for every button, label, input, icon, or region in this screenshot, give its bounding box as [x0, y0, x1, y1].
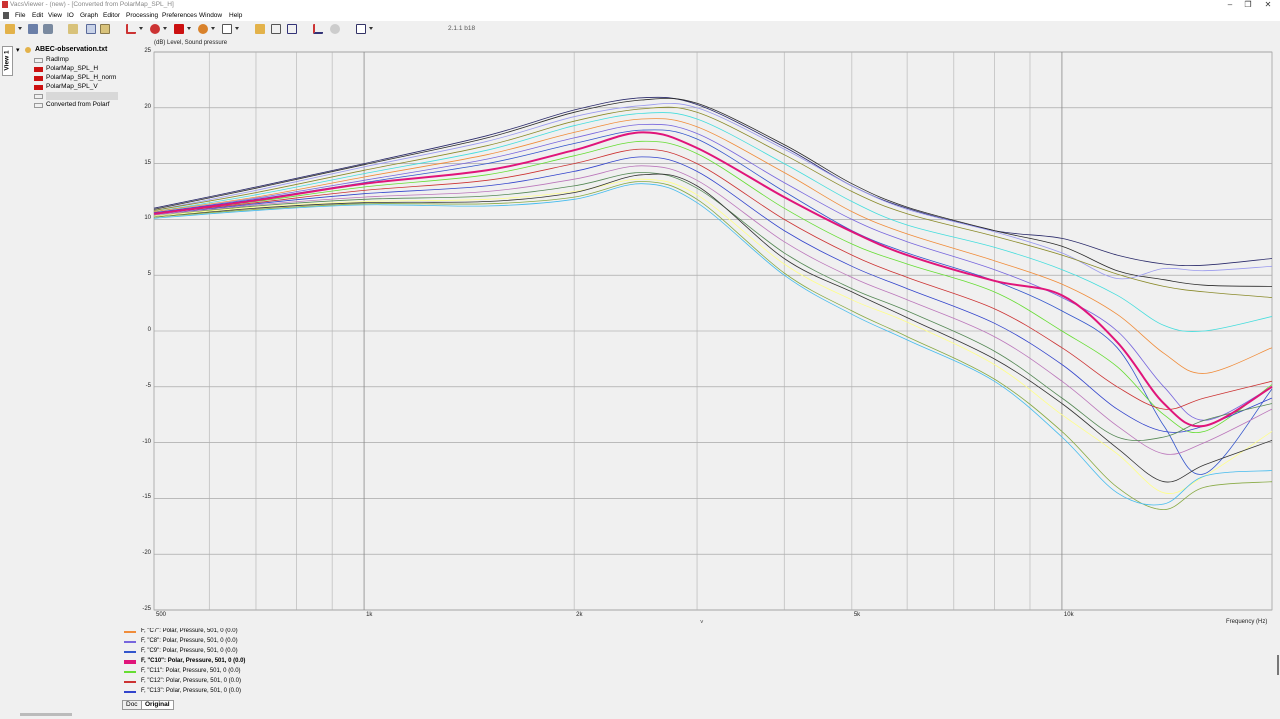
legend-swatch [124, 651, 136, 653]
y-tick-label: -10 [142, 438, 151, 445]
legend-label: F, "C11": Polar, Pressure, 501, 0 (0.0) [141, 668, 241, 674]
x-tick-label: 5k [853, 612, 861, 618]
y-tick-label: 15 [144, 159, 151, 166]
legend-label: F, "C12": Polar, Pressure, 501, 0 (0.0) [141, 678, 241, 684]
tab-original[interactable]: Original [141, 700, 174, 710]
collapse-icon[interactable]: ˅ [700, 620, 704, 626]
y-tick-label: 5 [147, 271, 151, 278]
x-tick-label: 1k [366, 612, 373, 618]
legend-label: F, "C13": Polar, Pressure, 501, 0 (0.0) [141, 688, 241, 694]
legend-label: F, "C7": Polar, Pressure, 501, 0 (0.0) [141, 628, 238, 634]
y-tick-label: -20 [142, 550, 151, 557]
legend-label: F, "C10": Polar, Pressure, 501, 0 (0.0) [141, 658, 246, 664]
y-tick-label: 0 [147, 327, 151, 333]
legend-swatch [124, 641, 136, 643]
legend-swatch [124, 671, 136, 673]
y-tick-label: 25 [144, 48, 151, 54]
x-tick-label: 2k [576, 612, 583, 618]
x-tick-label: 10k [1063, 612, 1074, 618]
x-axis-label: Frequency (Hz) [1226, 619, 1268, 625]
frequency-response-chart[interactable] [0, 0, 1280, 719]
legend: F, "C7": Polar, Pressure, 501, 0 (0.0) F,… [122, 628, 422, 700]
y-tick-label: -25 [142, 606, 151, 612]
vertical-scrollbar[interactable] [1277, 655, 1279, 675]
y-tick-label: -15 [142, 494, 151, 501]
legend-swatch [124, 681, 136, 683]
horizontal-scrollbar[interactable] [20, 713, 72, 716]
legend-label: F, "C8": Polar, Pressure, 501, 0 (0.0) [141, 638, 238, 644]
y-tick-label: -5 [145, 382, 151, 389]
legend-label: F, "C9": Polar, Pressure, 501, 0 (0.0) [141, 648, 238, 654]
legend-swatch [124, 631, 136, 633]
x-tick-label: 500 [156, 612, 167, 618]
tab-doc[interactable]: Doc [122, 700, 142, 710]
legend-swatch [124, 660, 136, 664]
legend-swatch [124, 691, 136, 693]
y-tick-label: 10 [144, 215, 151, 222]
y-tick-label: 20 [144, 103, 151, 110]
